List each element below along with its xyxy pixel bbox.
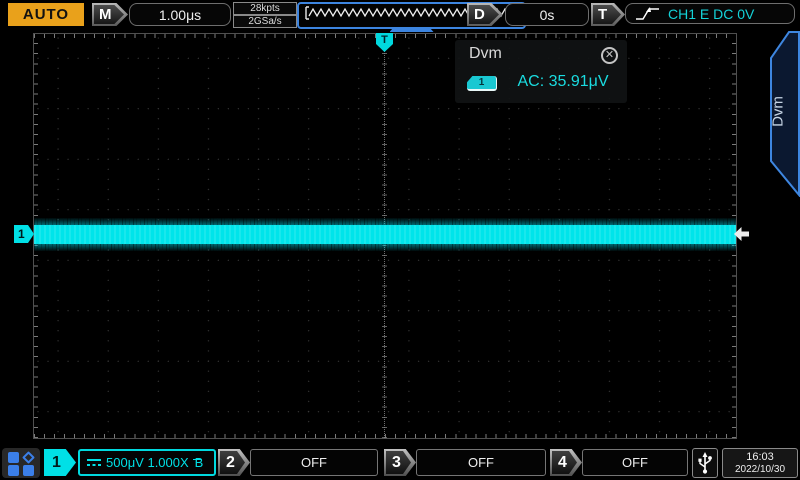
- graticule: 1 T: [33, 33, 737, 439]
- channel-4-badge[interactable]: 4: [550, 449, 582, 476]
- channel-1-scale: 500μV 1.000X: [106, 455, 189, 470]
- dvm-tab-label: Dvm: [770, 92, 787, 132]
- bottom-status-bar: 1 500μV 1.000X B 2 OFF 3 OFF 4 OFF: [0, 446, 800, 480]
- timebase-value[interactable]: 1.00μs: [129, 3, 231, 26]
- time-label: 16:03: [746, 451, 774, 464]
- timebase-badge: M: [92, 3, 128, 26]
- menu-button[interactable]: [2, 448, 40, 478]
- app-grid-icon: [8, 465, 19, 476]
- trigger-level-arrow-icon[interactable]: [734, 227, 749, 241]
- delay-badge: D: [467, 3, 503, 26]
- ch1-waveform-trace: [34, 218, 736, 251]
- channel-3-badge[interactable]: 3: [384, 449, 416, 476]
- oscilloscope-screen: 1 T AUTO M 1.00μs 28kpts 2GSa/s D 0s: [0, 0, 800, 480]
- memory-depth: 28kpts: [233, 2, 297, 15]
- channel-2-settings[interactable]: OFF: [250, 449, 378, 476]
- rising-edge-icon: [634, 6, 660, 22]
- date-label: 2022/10/30: [735, 464, 785, 476]
- channel-1-settings[interactable]: 500μV 1.000X B: [78, 449, 216, 476]
- trigger-badge: T: [591, 3, 625, 26]
- dvm-popup-title: Dvm: [469, 45, 502, 63]
- horizontal-delay-value[interactable]: 0s: [505, 3, 589, 26]
- channel-2-badge[interactable]: 2: [218, 449, 250, 476]
- dvm-reading-value: AC: 35.91μV: [507, 73, 619, 91]
- trigger-source-label: CH1 E DC 0V: [668, 6, 754, 22]
- top-status-bar: AUTO M 1.00μs 28kpts 2GSa/s D 0s T: [0, 0, 800, 29]
- app-grid-icon: [23, 465, 34, 476]
- ch1-ground-level-marker[interactable]: 1: [14, 225, 34, 243]
- close-icon[interactable]: ✕: [601, 47, 618, 64]
- usb-status: [692, 448, 718, 478]
- trigger-status-box[interactable]: CH1 E DC 0V: [625, 3, 795, 24]
- dvm-channel-badge: 1: [467, 76, 497, 91]
- usb-icon: [697, 451, 713, 475]
- channel-4-settings[interactable]: OFF: [582, 449, 688, 476]
- app-grid-icon: [8, 452, 19, 463]
- acquisition-mode-button[interactable]: AUTO: [8, 3, 84, 26]
- waveform-core-band: [34, 225, 736, 244]
- trigger-position-marker[interactable]: T: [376, 33, 393, 52]
- bandwidth-limit-indicator: B: [195, 455, 204, 470]
- channel-3-settings[interactable]: OFF: [416, 449, 546, 476]
- dc-coupling-icon: [87, 458, 101, 467]
- diamond-icon: [22, 451, 35, 464]
- clock: 16:03 2022/10/30: [722, 448, 798, 478]
- dvm-popup: Dvm ✕ 1 AC: 35.91μV: [455, 40, 627, 103]
- sample-rate: 2GSa/s: [233, 15, 297, 28]
- channel-1-badge[interactable]: 1: [44, 449, 76, 476]
- preview-expand-handle[interactable]: [390, 27, 434, 32]
- dvm-side-tab[interactable]: Dvm: [756, 31, 800, 197]
